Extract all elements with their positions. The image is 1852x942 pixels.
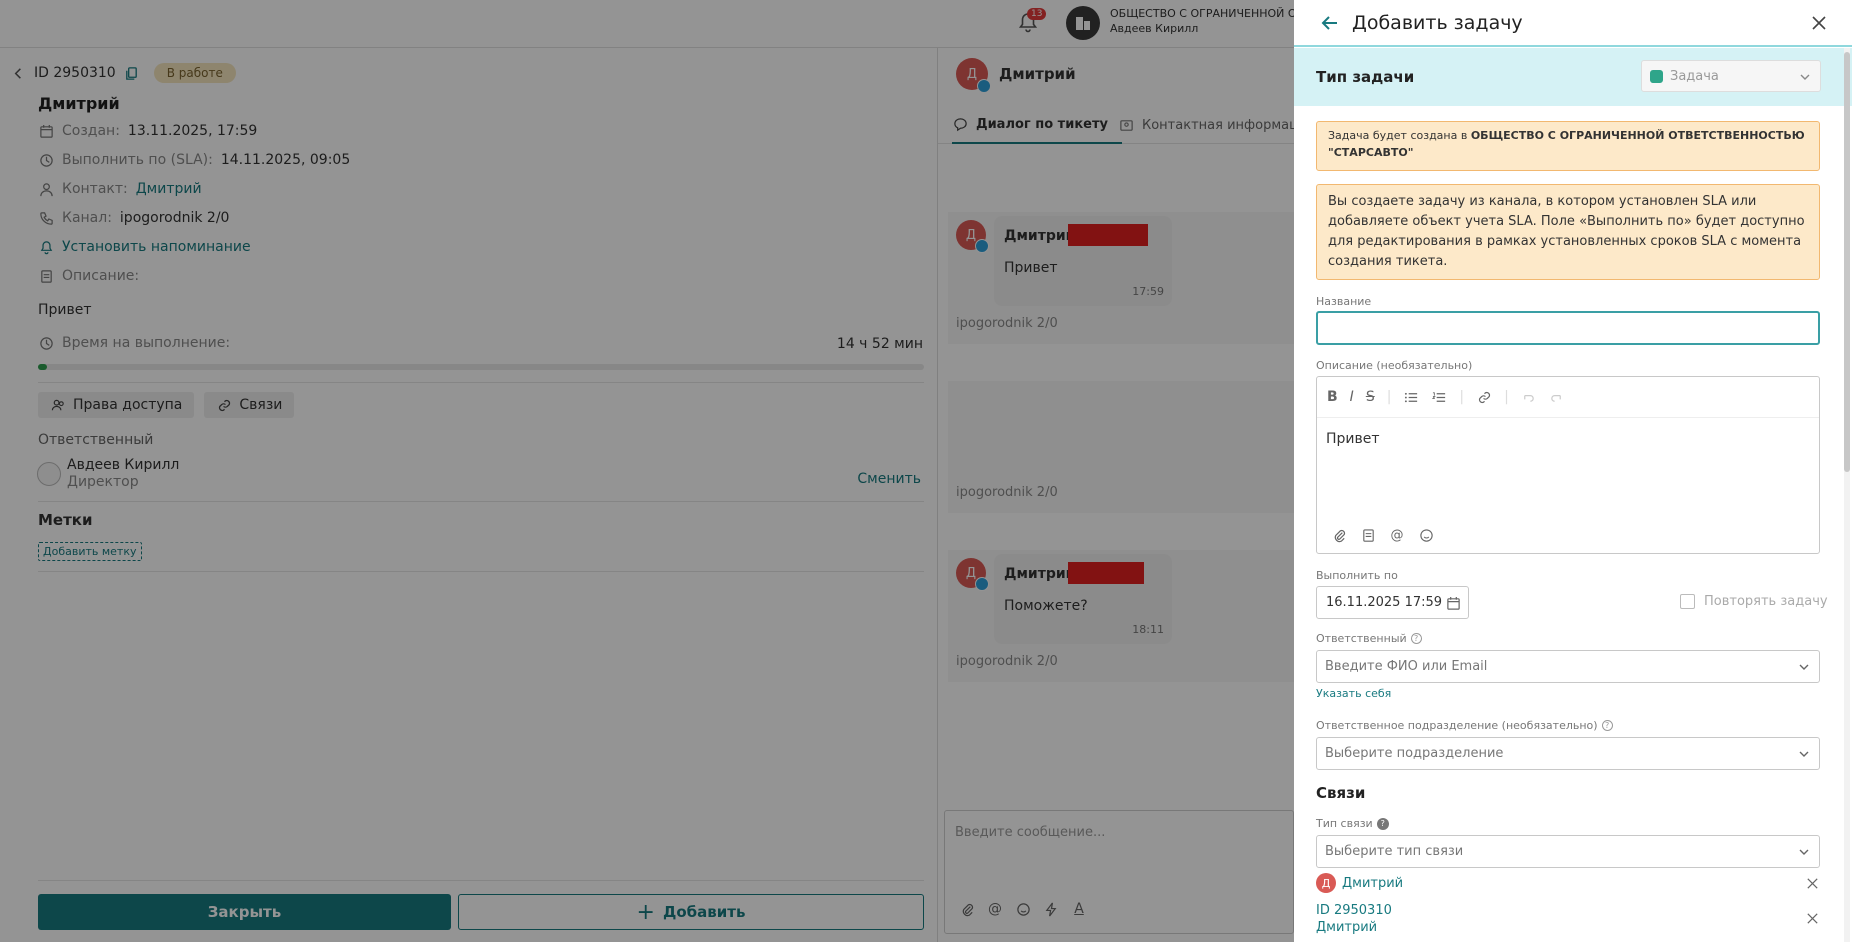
org-info-prefix: Задача будет создана в: [1328, 129, 1471, 142]
links-section-title: Связи: [1316, 784, 1366, 802]
sla-warning-notice: Вы создаете задачу из канала, в котором …: [1316, 184, 1820, 280]
modal-backdrop[interactable]: [0, 0, 1294, 942]
scrollbar-thumb[interactable]: [1844, 52, 1850, 472]
link-type-label: Тип связи: [1316, 817, 1373, 830]
link-type-select[interactable]: Выберите тип связи: [1316, 835, 1820, 868]
chevron-down-icon: [1797, 747, 1811, 765]
linked-contact-item[interactable]: Д Дмитрий: [1316, 873, 1403, 893]
task-type-band: Тип задачи Задача: [1294, 48, 1852, 106]
chevron-down-icon: [1798, 70, 1812, 88]
repeat-label: Повторять задачу: [1704, 594, 1828, 609]
responsible-label: Ответственный: [1316, 632, 1407, 645]
remove-link-icon[interactable]: [1804, 875, 1820, 891]
task-list-icon: [1650, 70, 1663, 83]
linked-contact-avatar: Д: [1316, 873, 1336, 893]
org-info-notice: Задача будет создана в ОБЩЕСТВО С ОГРАНИ…: [1316, 121, 1820, 171]
task-type-value: Задача: [1670, 69, 1719, 84]
task-name-input[interactable]: [1316, 311, 1820, 345]
numbered-list-icon[interactable]: [1431, 389, 1447, 405]
description-editor[interactable]: B I S | | | Привет @: [1316, 376, 1820, 554]
linked-contact-name[interactable]: Дмитрий: [1342, 876, 1403, 891]
template-icon[interactable]: [1360, 527, 1376, 543]
calendar-icon[interactable]: [1445, 595, 1461, 611]
repeat-task-option[interactable]: Повторять задачу: [1680, 594, 1828, 609]
help-circle-icon[interactable]: ?: [1410, 633, 1422, 644]
responsible-field-label: Ответственный ?: [1316, 632, 1422, 645]
strikethrough-icon[interactable]: S: [1366, 389, 1375, 405]
name-label: Название: [1316, 295, 1372, 308]
panel-title: Добавить задачу: [1352, 12, 1523, 34]
add-task-panel: Добавить задачу Тип задачи Задача Задача…: [1294, 0, 1852, 942]
assign-self-link[interactable]: Указать себя: [1316, 687, 1391, 700]
chevron-down-icon: [1797, 845, 1811, 863]
link-icon[interactable]: [1476, 389, 1492, 405]
linked-ticket-item[interactable]: ID 2950310 Дмитрий: [1316, 902, 1392, 936]
remove-link-icon[interactable]: [1804, 910, 1820, 926]
responsible-select[interactable]: Введите ФИО или Email: [1316, 650, 1820, 683]
link-type-field-label: Тип связи ?: [1316, 817, 1389, 830]
help-circle-icon[interactable]: ?: [1376, 817, 1389, 830]
department-label: Ответственное подразделение (необязатель…: [1316, 719, 1598, 732]
due-date-input[interactable]: 16.11.2025 17:59: [1316, 586, 1469, 619]
due-label: Выполнить по: [1316, 569, 1398, 582]
mention-icon[interactable]: @: [1389, 527, 1405, 543]
toolbar-separator: |: [1386, 389, 1392, 405]
chevron-down-icon: [1797, 660, 1811, 678]
department-select[interactable]: Выберите подразделение: [1316, 737, 1820, 770]
editor-toolbar: B I S | | |: [1327, 389, 1565, 405]
repeat-checkbox[interactable]: [1680, 594, 1695, 609]
undo-icon[interactable]: [1521, 389, 1537, 405]
close-icon[interactable]: [1808, 12, 1830, 34]
bullet-list-icon[interactable]: [1403, 389, 1419, 405]
italic-icon[interactable]: I: [1350, 389, 1354, 405]
divider: [1317, 417, 1819, 418]
linked-ticket-name: Дмитрий: [1316, 920, 1378, 935]
department-field-label: Ответственное подразделение (необязатель…: [1316, 719, 1613, 732]
scrollbar[interactable]: [1844, 48, 1850, 942]
description-text[interactable]: Привет: [1326, 431, 1380, 447]
bold-icon[interactable]: B: [1327, 389, 1338, 405]
help-circle-icon[interactable]: ?: [1601, 720, 1613, 731]
paperclip-icon[interactable]: [1331, 527, 1347, 543]
editor-bottom-toolbar: @: [1331, 527, 1434, 543]
emoji-icon[interactable]: [1418, 527, 1434, 543]
panel-header: Добавить задачу: [1294, 0, 1852, 47]
toolbar-separator: |: [1504, 389, 1509, 405]
due-date-value: 16.11.2025 17:59: [1326, 595, 1443, 610]
redo-icon[interactable]: [1549, 389, 1565, 405]
toolbar-separator: |: [1459, 389, 1465, 405]
department-placeholder: Выберите подразделение: [1325, 746, 1504, 761]
task-type-label: Тип задачи: [1316, 68, 1415, 86]
back-arrow-icon[interactable]: [1320, 13, 1340, 33]
task-type-select[interactable]: Задача: [1641, 60, 1821, 92]
description-label: Описание (необязательно): [1316, 359, 1473, 372]
responsible-placeholder: Введите ФИО или Email: [1325, 659, 1488, 674]
linked-ticket-id: ID 2950310: [1316, 903, 1392, 918]
link-type-placeholder: Выберите тип связи: [1325, 844, 1464, 859]
